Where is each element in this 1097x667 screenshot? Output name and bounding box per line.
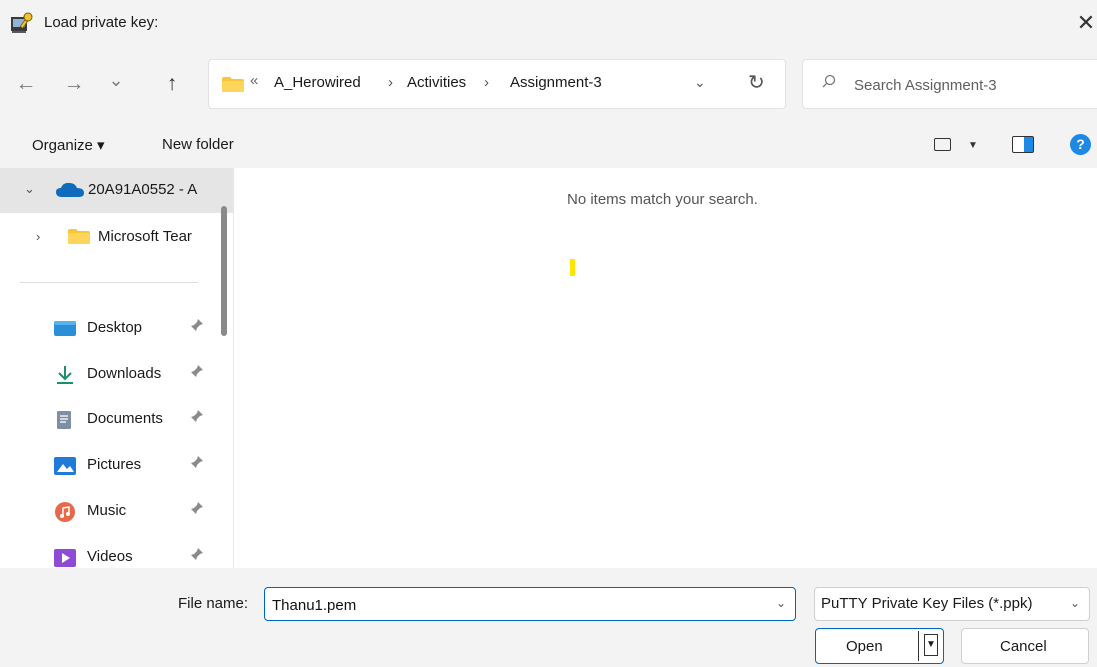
forward-button[interactable]: → bbox=[60, 68, 88, 100]
file-list-area[interactable] bbox=[234, 168, 1097, 568]
search-icon bbox=[822, 74, 836, 92]
expand-chevron-icon[interactable]: ⌄ bbox=[24, 181, 35, 197]
expand-chevron-icon[interactable]: › bbox=[36, 229, 40, 244]
pin-icon[interactable] bbox=[190, 364, 204, 381]
videos-icon bbox=[54, 548, 76, 568]
sidebar-scrollbar[interactable] bbox=[221, 206, 227, 336]
file-name-label: File name: bbox=[178, 595, 249, 612]
folder-icon bbox=[68, 229, 90, 244]
pin-icon[interactable] bbox=[190, 455, 204, 472]
sidebar-item-desktop[interactable]: Desktop bbox=[54, 314, 219, 344]
view-mode-icon[interactable] bbox=[934, 138, 951, 151]
sidebar-item-label: Downloads bbox=[87, 365, 162, 382]
preview-pane-icon[interactable] bbox=[1012, 136, 1034, 153]
close-button[interactable]: ✕ bbox=[1074, 9, 1097, 37]
new-folder-button[interactable]: New folder bbox=[162, 136, 234, 153]
sidebar-item-label[interactable]: 20A91A0552 - A bbox=[88, 181, 220, 198]
search-input[interactable] bbox=[852, 66, 1086, 104]
documents-icon bbox=[54, 410, 76, 430]
breadcrumb-separator-icon[interactable]: › bbox=[484, 74, 489, 91]
downloads-icon bbox=[54, 365, 76, 385]
address-overflow-icon[interactable]: « bbox=[250, 72, 258, 89]
breadcrumb-separator-icon[interactable]: › bbox=[388, 74, 393, 91]
pin-icon[interactable] bbox=[190, 409, 204, 426]
file-type-value[interactable]: PuTTY Private Key Files (*.ppk) bbox=[821, 595, 1032, 612]
file-name-dropdown-icon[interactable]: ⌄ bbox=[776, 596, 786, 610]
pictures-icon bbox=[54, 456, 76, 476]
organize-button[interactable]: Organize ▾ bbox=[32, 136, 105, 154]
sidebar-item-label: Documents bbox=[87, 410, 163, 427]
file-type-dropdown-icon[interactable]: ⌄ bbox=[1070, 596, 1080, 610]
file-name-input[interactable] bbox=[270, 591, 764, 619]
help-icon[interactable]: ? bbox=[1070, 134, 1091, 155]
sidebar-item-pictures[interactable]: Pictures bbox=[54, 451, 219, 481]
sidebar-item-label: Music bbox=[87, 502, 127, 519]
onedrive-cloud-icon bbox=[56, 182, 84, 198]
sidebar-item-downloads[interactable]: Downloads bbox=[54, 360, 219, 390]
sidebar-item-label: Pictures bbox=[87, 456, 142, 473]
title-bar bbox=[0, 0, 1097, 48]
breadcrumb-a-herowired[interactable]: A_Herowired bbox=[274, 74, 361, 91]
address-dropdown-icon[interactable]: ⌄ bbox=[694, 74, 706, 91]
music-icon bbox=[54, 502, 76, 522]
recent-locations-button[interactable]: ⌄ bbox=[102, 64, 130, 96]
view-options-caret-icon[interactable]: ▼ bbox=[968, 140, 978, 151]
window-title: Load private key: bbox=[44, 14, 159, 31]
sidebar-item-microsoft-teams[interactable]: Microsoft Tear bbox=[98, 228, 210, 245]
pin-icon[interactable] bbox=[190, 318, 204, 335]
folder-icon bbox=[222, 77, 244, 92]
putty-key-icon bbox=[10, 11, 34, 35]
text-cursor-highlight bbox=[570, 259, 575, 276]
cancel-button-label[interactable]: Cancel bbox=[1000, 638, 1047, 655]
sidebar-item-label: Desktop bbox=[87, 319, 143, 336]
sidebar-item-label: Videos bbox=[87, 548, 133, 565]
refresh-button[interactable]: ↻ bbox=[748, 70, 765, 95]
sidebar-item-music[interactable]: Music bbox=[54, 497, 219, 527]
pin-icon[interactable] bbox=[190, 501, 204, 518]
open-options-dropdown-icon[interactable]: ▼ bbox=[924, 634, 938, 656]
sidebar-item-documents[interactable]: Documents bbox=[54, 405, 219, 435]
breadcrumb-activities[interactable]: Activities bbox=[407, 74, 466, 91]
breadcrumb-assignment-3[interactable]: Assignment-3 bbox=[510, 74, 602, 91]
up-button[interactable]: ↑ bbox=[158, 68, 186, 100]
sidebar-divider bbox=[20, 282, 198, 283]
desktop-icon bbox=[54, 319, 76, 339]
back-button[interactable]: ← bbox=[12, 68, 40, 100]
pin-icon[interactable] bbox=[190, 547, 204, 564]
empty-results-message: No items match your search. bbox=[567, 191, 758, 208]
open-button-label[interactable]: Open bbox=[846, 638, 883, 655]
